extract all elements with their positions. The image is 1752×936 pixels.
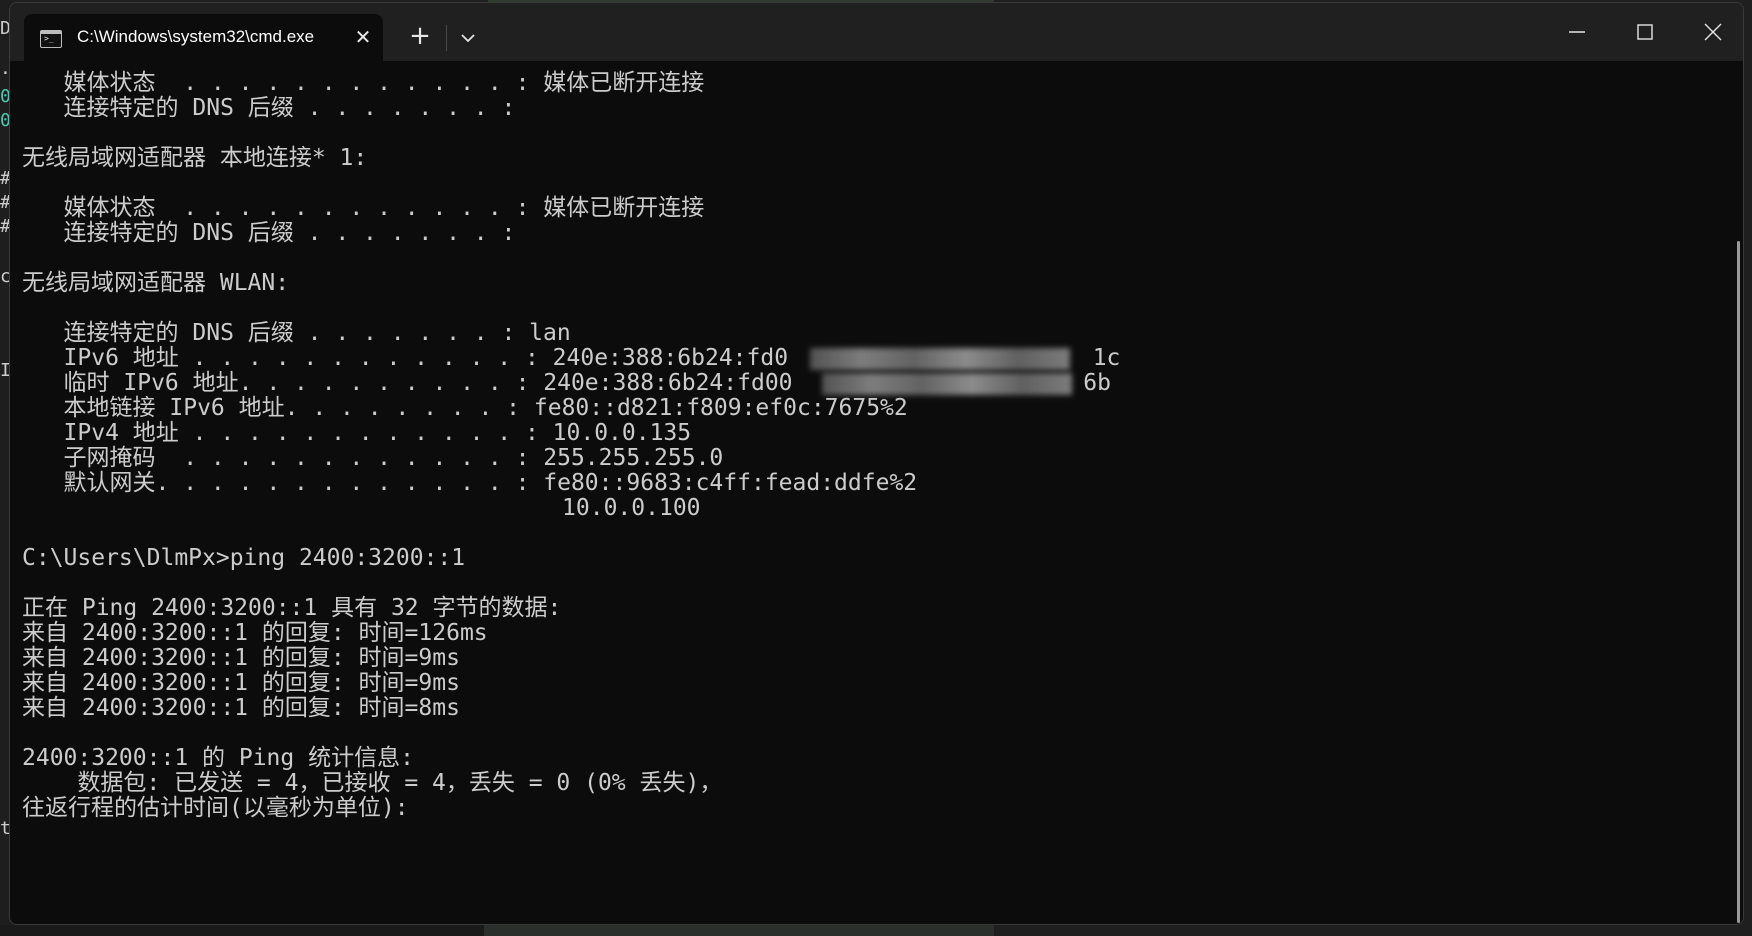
terminal-line: IPv4 地址 . . . . . . . . . . . . : 10.0.0… xyxy=(22,420,692,446)
terminal-line: 连接特定的 DNS 后缀 . . . . . . . : xyxy=(22,95,516,121)
terminal-line: 来自 2400:3200::1 的回复: 时间=9ms xyxy=(22,645,460,671)
terminal-line: 来自 2400:3200::1 的回复: 时间=126ms xyxy=(22,620,488,646)
close-icon xyxy=(1704,23,1722,41)
terminal-icon: >_ xyxy=(40,30,62,48)
terminal-line: 连接特定的 DNS 后缀 . . . . . . . : xyxy=(22,220,516,246)
maximize-icon xyxy=(1637,24,1653,40)
scrollbar-thumb[interactable] xyxy=(1737,241,1740,923)
minimize-button[interactable] xyxy=(1546,3,1608,61)
maximize-button[interactable] xyxy=(1614,3,1676,61)
terminal-line: 本地链接 IPv6 地址. . . . . . . . : fe80::d821… xyxy=(22,395,908,421)
terminal-line: 媒体状态 . . . . . . . . . . . . : 媒体已断开连接 xyxy=(22,195,705,221)
new-tab-button[interactable]: + xyxy=(406,23,434,51)
minimize-icon xyxy=(1569,31,1585,33)
terminal-line: 媒体状态 . . . . . . . . . . . . : 媒体已断开连接 xyxy=(22,70,705,96)
close-window-button[interactable] xyxy=(1682,3,1743,61)
chevron-down-icon[interactable] xyxy=(454,25,482,51)
redacted-address xyxy=(810,348,1070,370)
tab-cmd[interactable]: >_ C:\Windows\system32\cmd.exe ✕ xyxy=(24,14,383,61)
terminal-line: 正在 Ping 2400:3200::1 具有 32 字节的数据: xyxy=(22,595,562,621)
terminal-line: 2400:3200::1 的 Ping 统计信息: xyxy=(22,745,414,771)
terminal-line: 默认网关. . . . . . . . . . . . . : fe80::96… xyxy=(22,470,918,496)
terminal-line: 连接特定的 DNS 后缀 . . . . . . . : lan xyxy=(22,320,571,346)
background-window-strip xyxy=(0,925,484,936)
terminal-line: 来自 2400:3200::1 的回复: 时间=8ms xyxy=(22,695,460,721)
tab-title: C:\Windows\system32\cmd.exe xyxy=(77,27,315,46)
terminal-line: 10.0.0.100 xyxy=(22,495,701,521)
terminal-line: 子网掩码 . . . . . . . . . . . . : 255.255.2… xyxy=(22,445,724,471)
close-icon[interactable]: ✕ xyxy=(351,25,375,49)
terminal-line: C:\Users\DlmPx>ping 2400:3200::1 xyxy=(22,545,466,571)
terminal-line: 无线局域网适配器 本地连接* 1: xyxy=(22,145,368,171)
terminal-window: >_ C:\Windows\system32\cmd.exe ✕ + 媒体状态 … xyxy=(9,2,1744,925)
redacted-address xyxy=(822,373,1072,395)
terminal-line: 无线局域网适配器 WLAN: xyxy=(22,270,290,296)
terminal-line: 数据包: 已发送 = 4，已接收 = 4，丢失 = 0 (0% 丢失)， xyxy=(22,770,723,796)
terminal-line: 往返行程的估计时间(以毫秒为单位): xyxy=(22,795,409,821)
terminal-output[interactable]: 媒体状态 . . . . . . . . . . . . : 媒体已断开连接 连… xyxy=(10,61,1726,924)
background-window-strip xyxy=(484,925,994,936)
tab-divider xyxy=(446,25,447,51)
title-bar[interactable]: >_ C:\Windows\system32\cmd.exe ✕ + xyxy=(10,3,1743,61)
terminal-line: 来自 2400:3200::1 的回复: 时间=9ms xyxy=(22,670,460,696)
